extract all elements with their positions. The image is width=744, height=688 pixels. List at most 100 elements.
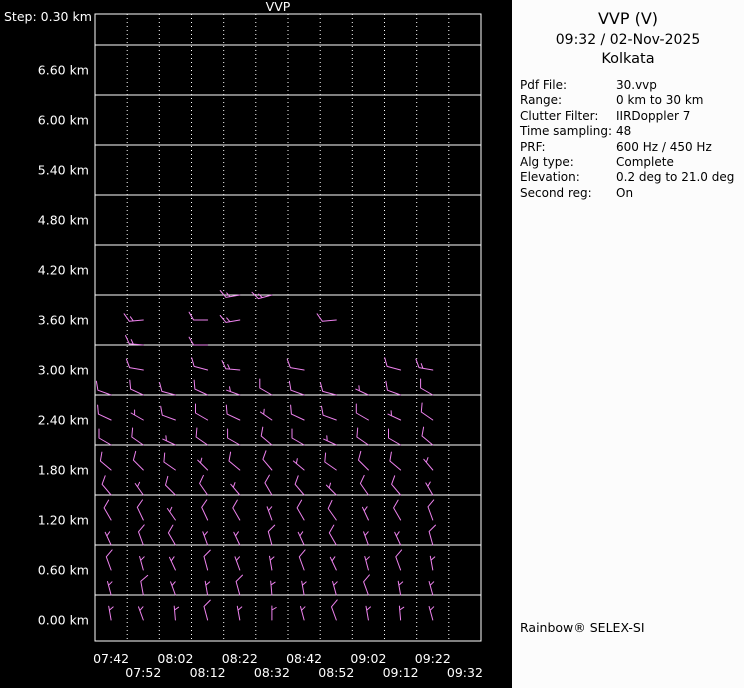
- wind-barb: [301, 607, 306, 621]
- wind-barb: [228, 429, 240, 445]
- param-value: IIRDoppler 7: [616, 109, 690, 124]
- wind-barb: [421, 403, 433, 420]
- wind-barb: [105, 532, 111, 545]
- wind-barb: [363, 507, 369, 520]
- wind-barb: [98, 405, 112, 420]
- wind-barb: [200, 475, 208, 495]
- wind-barb: [329, 525, 336, 545]
- param-row-range: Range:0 km to 30 km: [520, 93, 744, 108]
- param-label: Pdf File:: [520, 78, 616, 93]
- wind-barb: [198, 458, 208, 470]
- wind-barb: [226, 405, 240, 420]
- wind-barb: [131, 410, 143, 420]
- wind-barb: [428, 500, 434, 520]
- wind-barb: [389, 429, 401, 445]
- wind-barb: [332, 600, 338, 620]
- step-label: Step: 0.30 km: [4, 9, 92, 24]
- vvp-application-window: VVPStep: 0.30 km6.60 km6.00 km5.40 km4.8…: [0, 0, 744, 688]
- y-axis-labels: 6.60 km6.00 km5.40 km4.80 km4.20 km3.60 …: [38, 63, 89, 628]
- wind-barb: [194, 380, 208, 395]
- wind-barb: [287, 359, 304, 370]
- param-row-clutter-filter: Clutter Filter:IIRDoppler 7: [520, 109, 744, 124]
- param-row-elevation: Elevation:0.2 deg to 21.0 deg: [520, 170, 744, 185]
- y-tick-label: 5.40 km: [38, 163, 89, 178]
- y-tick-label: 0.00 km: [38, 613, 89, 628]
- wind-barb: [291, 405, 305, 420]
- param-value: 48: [616, 124, 631, 139]
- y-tick-label: 3.00 km: [38, 363, 89, 378]
- wind-barb: [299, 550, 305, 570]
- horizontal-gridlines: [95, 45, 481, 595]
- wind-barb: [289, 381, 304, 395]
- wind-barb: [322, 406, 337, 420]
- wind-barb: [320, 383, 336, 395]
- y-tick-label: 2.40 km: [38, 413, 89, 428]
- wind-barb: [333, 582, 338, 596]
- param-label: Range:: [520, 93, 616, 108]
- y-tick-label: 6.00 km: [38, 113, 89, 128]
- x-tick-label: 08:32: [254, 665, 290, 680]
- wind-barb: [139, 525, 145, 545]
- wind-barb: [235, 557, 240, 570]
- wind-barb: [104, 500, 111, 520]
- x-tick-label: 09:22: [415, 651, 451, 666]
- y-tick-label: 0.60 km: [38, 563, 89, 578]
- wind-barb: [429, 582, 434, 596]
- wind-barb: [196, 404, 208, 420]
- x-tick-label: 07:42: [93, 651, 129, 666]
- wind-barb: [394, 500, 401, 520]
- wind-barb: [357, 428, 369, 445]
- y-tick-label: 3.60 km: [38, 313, 89, 328]
- wind-barb: [267, 507, 272, 520]
- wind-barb: [99, 429, 111, 445]
- wind-barb: [96, 381, 111, 395]
- x-tick-label: 09:32: [447, 665, 483, 680]
- wind-barb: [424, 458, 433, 470]
- product-parameters: Pdf File:30.vvp Range:0 km to 30 km Clut…: [520, 78, 744, 201]
- wind-barb: [260, 379, 272, 395]
- wind-barb: [233, 500, 240, 520]
- wind-barb: [192, 358, 208, 370]
- wind-barb: [163, 436, 176, 445]
- wind-barb: [272, 606, 276, 620]
- wind-barb: [364, 575, 370, 595]
- wind-barb: [100, 452, 111, 470]
- wind-barb: [263, 451, 272, 470]
- y-tick-label: 4.80 km: [38, 213, 89, 228]
- wind-barb: [109, 606, 114, 620]
- wind-barb: [360, 475, 368, 495]
- wind-barb: [326, 483, 336, 495]
- wind-barb: [430, 556, 435, 570]
- y-tick-label: 1.20 km: [38, 513, 89, 528]
- wind-barb: [364, 532, 369, 545]
- param-value: 30.vvp: [616, 78, 657, 93]
- wind-barb: [166, 476, 176, 495]
- x-tick-label: 08:22: [222, 651, 258, 666]
- wind-barb: [366, 606, 371, 620]
- wind-barb: [271, 581, 275, 595]
- wind-barb: [231, 483, 240, 495]
- wind-barb: [330, 557, 336, 570]
- wind-barb: [398, 581, 403, 595]
- param-label: Elevation:: [520, 170, 616, 185]
- x-axis-labels: 07:4207:5208:0208:1208:2208:3208:4208:52…: [93, 651, 483, 680]
- wind-barb: [220, 291, 240, 298]
- param-row-alg-type: Alg type:Complete: [520, 155, 744, 170]
- wind-barb: [395, 532, 401, 545]
- param-row-prf: PRF:600 Hz / 450 Hz: [520, 140, 744, 155]
- wind-barb: [325, 453, 337, 470]
- wind-barb: [139, 607, 144, 620]
- vendor-brand-text: Rainbow® SELEX-SI: [520, 620, 645, 635]
- wind-barb: [141, 575, 148, 595]
- wind-barb: [292, 429, 304, 445]
- chart-title: VVP: [266, 0, 291, 14]
- wind-barb: [222, 361, 240, 370]
- wind-barb: [429, 525, 435, 545]
- param-row-time-sampling: Time sampling:48: [520, 124, 744, 139]
- wind-barb: [164, 453, 176, 470]
- vertical-gridlines: [127, 14, 449, 641]
- x-tick-label: 08:52: [318, 665, 354, 680]
- param-row-second-reg: Second reg:On: [520, 186, 744, 201]
- wind-barb: [396, 550, 402, 570]
- wind-barb: [168, 525, 175, 545]
